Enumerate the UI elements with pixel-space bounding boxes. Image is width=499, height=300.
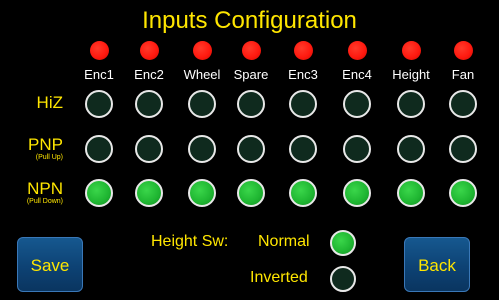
radio-npn-height[interactable] [397,179,425,207]
radio-pnp-spare[interactable] [237,135,265,163]
row-sublabel-npn: (Pull Down) [26,198,63,205]
radio-hiz-wheel[interactable] [188,90,216,118]
radio-hiz-spare[interactable] [237,90,265,118]
back-button[interactable]: Back [404,237,470,292]
column-label-fan: Fan [451,67,475,82]
row-sublabel-pnp: (Pull Up) [35,154,63,161]
save-button[interactable]: Save [17,237,83,292]
column-label-enc2: Enc2 [134,67,164,82]
radio-npn-spare[interactable] [237,179,265,207]
row-label-npn-text: NPN [27,179,63,198]
inputs-configuration-screen: Inputs Configuration Enc1 Enc2 Wheel Spare E… [0,0,499,300]
height-switch-inverted-radio[interactable] [330,266,356,292]
row-label-npn: NPN (Pull Down) [27,180,63,206]
status-led-enc1 [89,41,109,60]
radio-pnp-fan[interactable] [449,135,477,163]
radio-pnp-enc4[interactable] [343,135,371,163]
status-led-enc2 [139,41,159,60]
status-led-wheel [192,41,212,60]
height-switch-normal-radio[interactable] [330,230,356,256]
height-switch-label: Height Sw: [151,233,229,250]
row-label-hiz-text: HiZ [36,93,63,112]
radio-npn-enc4[interactable] [343,179,371,207]
radio-npn-wheel[interactable] [188,179,216,207]
column-label-spare: Spare [233,67,269,82]
status-led-spare [241,41,261,60]
page-title: Inputs Configuration [142,7,357,34]
status-led-height [401,41,421,60]
row-label-pnp: PNP (Pull Up) [28,136,63,162]
column-label-enc4: Enc4 [342,67,372,82]
radio-hiz-enc1[interactable] [85,90,113,118]
status-led-enc3 [293,41,313,60]
column-label-height: Height [392,67,430,82]
radio-pnp-wheel[interactable] [188,135,216,163]
radio-pnp-height[interactable] [397,135,425,163]
radio-npn-fan[interactable] [449,179,477,207]
radio-hiz-fan[interactable] [449,90,477,118]
radio-pnp-enc2[interactable] [135,135,163,163]
status-led-enc4 [347,41,367,60]
status-led-fan [453,41,473,60]
radio-pnp-enc3[interactable] [289,135,317,163]
height-switch-normal-label[interactable]: Normal [258,232,310,252]
column-label-enc3: Enc3 [288,67,318,82]
radio-hiz-enc4[interactable] [343,90,371,118]
radio-pnp-enc1[interactable] [85,135,113,163]
row-label-hiz: HiZ [37,94,63,112]
row-label-pnp-text: PNP [28,135,63,154]
radio-hiz-enc3[interactable] [289,90,317,118]
height-switch-inverted-label[interactable]: Inverted [250,268,308,288]
radio-npn-enc3[interactable] [289,179,317,207]
radio-hiz-enc2[interactable] [135,90,163,118]
radio-hiz-height[interactable] [397,90,425,118]
radio-npn-enc1[interactable] [85,179,113,207]
radio-npn-enc2[interactable] [135,179,163,207]
